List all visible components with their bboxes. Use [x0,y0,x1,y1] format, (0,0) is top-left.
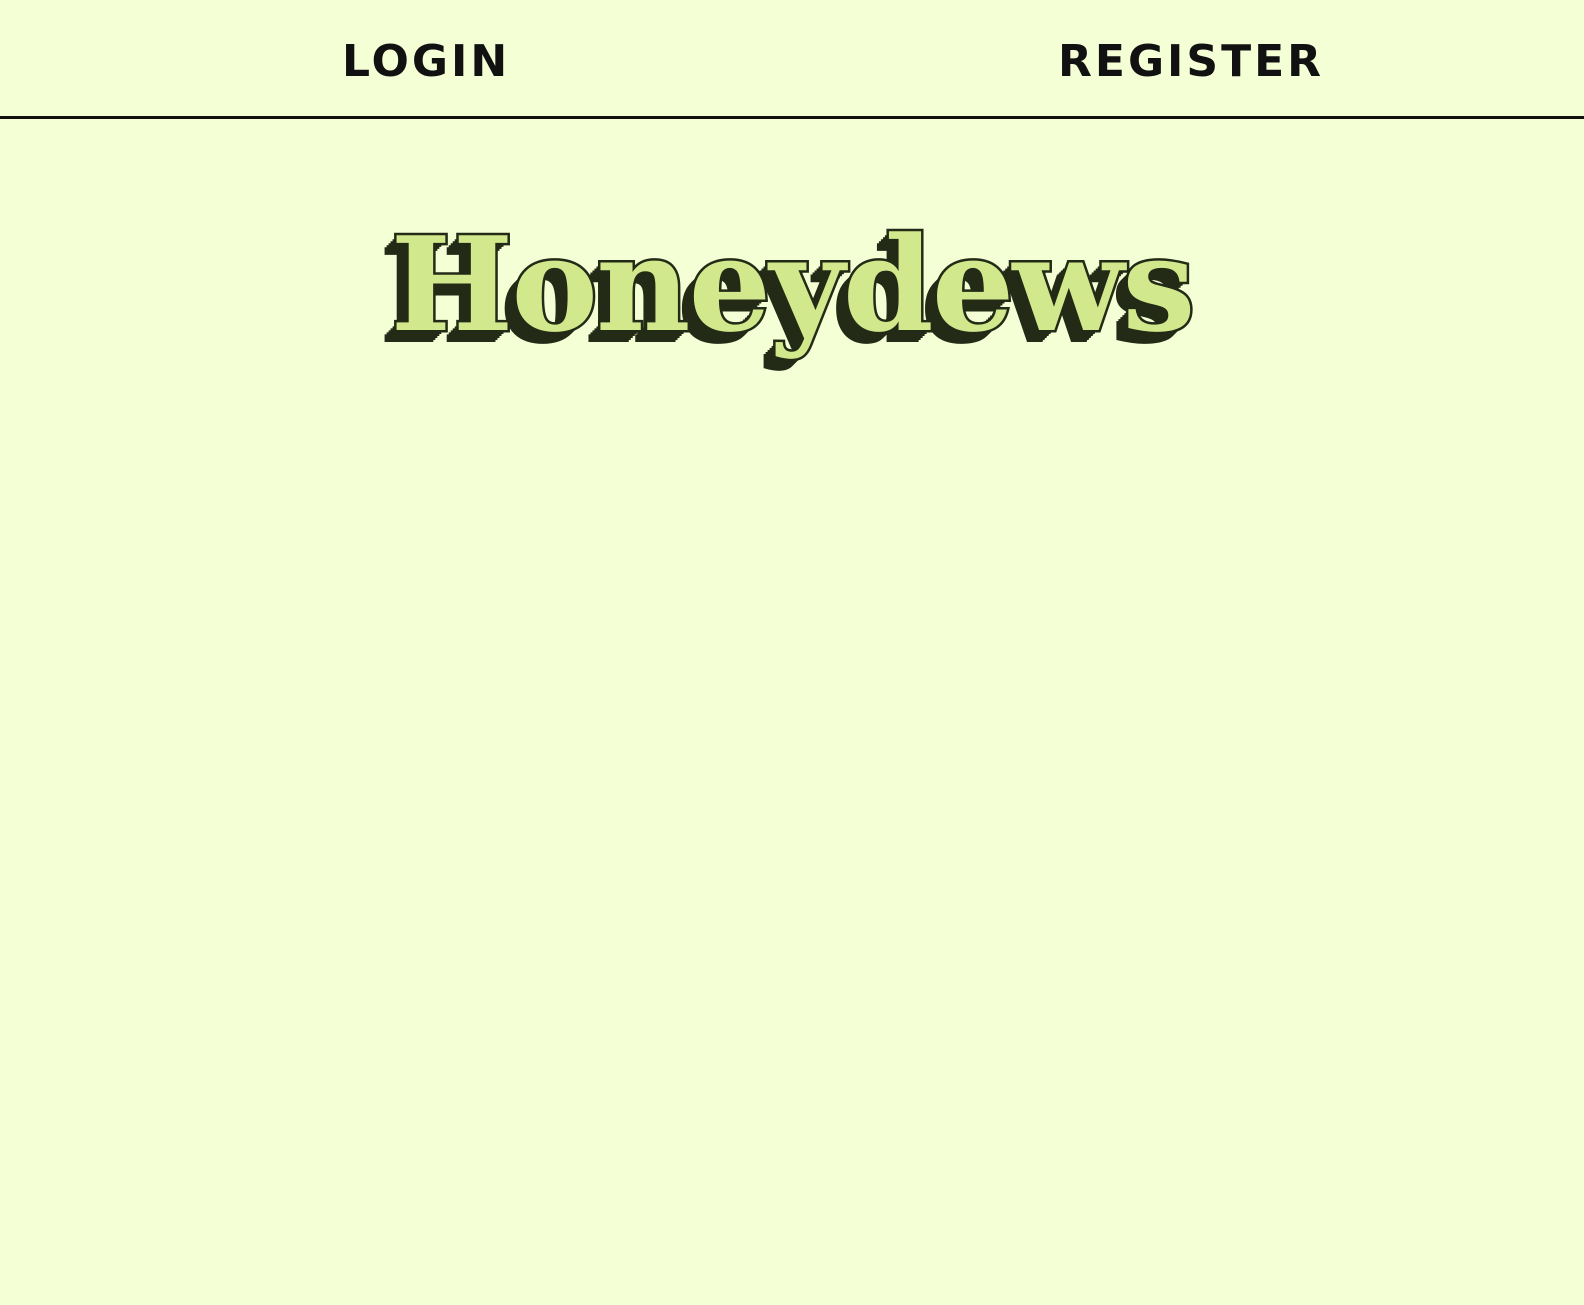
top-navigation-bar: LOGIN REGISTER [0,0,1584,119]
brand-title: Honeydews [388,206,1198,364]
register-link[interactable]: REGISTER [1058,36,1324,88]
login-link[interactable]: LOGIN [342,36,510,88]
hero-section: Honeydews [0,200,1584,400]
